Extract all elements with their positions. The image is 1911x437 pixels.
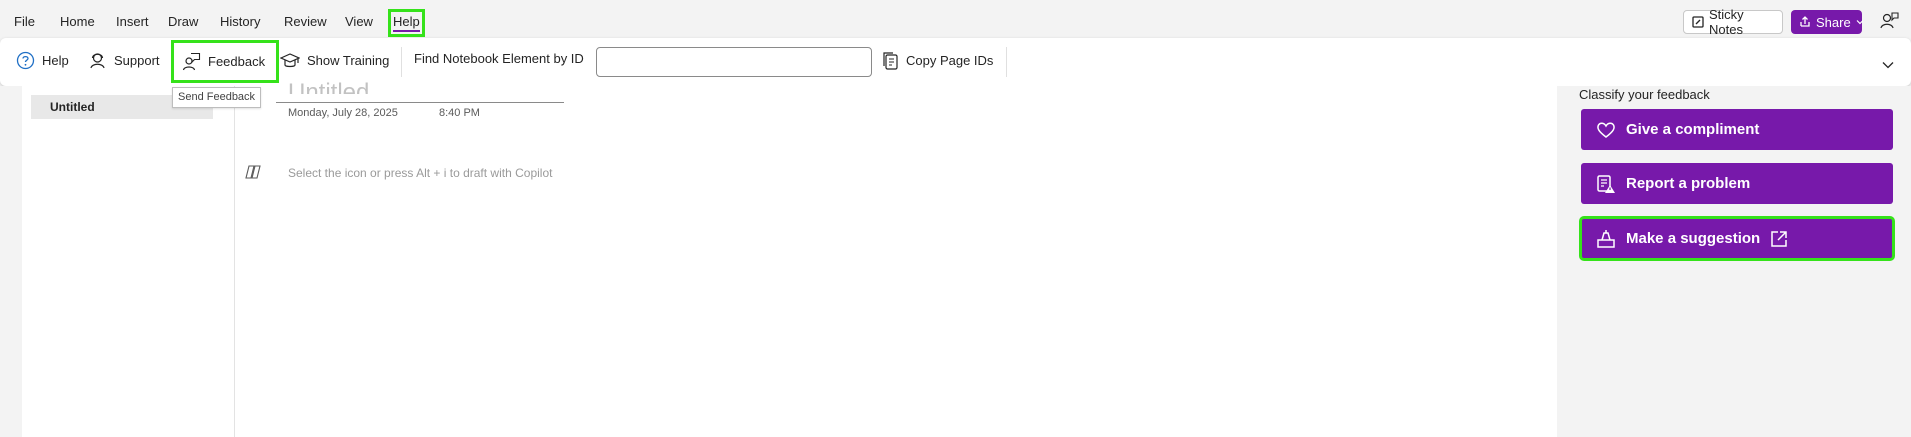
pane-gap <box>1557 86 1579 437</box>
external-link-icon <box>1770 230 1788 248</box>
title-underline <box>276 102 564 103</box>
send-feedback-tooltip: Send Feedback <box>172 87 262 108</box>
menu-draw[interactable]: Draw <box>168 14 198 29</box>
find-element-label: Find Notebook Element by ID <box>414 51 584 66</box>
make-suggestion-button[interactable]: Make a suggestion <box>1579 216 1895 261</box>
menu-history[interactable]: History <box>220 14 260 29</box>
give-compliment-button[interactable]: Give a compliment <box>1581 109 1893 150</box>
feedback-pane-heading: Classify your feedback <box>1579 87 1710 102</box>
menu-home[interactable]: Home <box>60 14 95 29</box>
menu-help[interactable]: Help <box>388 9 425 37</box>
notebook-rail <box>0 86 22 437</box>
help-label: Help <box>42 53 69 68</box>
make-suggestion-label: Make a suggestion <box>1626 230 1761 247</box>
share-button[interactable]: Share <box>1791 10 1864 34</box>
ribbon-separator <box>401 47 402 77</box>
report-problem-icon <box>1596 174 1616 194</box>
help-button[interactable]: Help <box>16 51 69 70</box>
support-label: Support <box>114 53 160 68</box>
heart-icon <box>1596 121 1616 139</box>
support-button[interactable]: Support <box>88 51 160 70</box>
copilot-icon[interactable] <box>245 164 261 180</box>
lightbulb-box-icon <box>1596 229 1616 249</box>
find-element-input[interactable] <box>596 47 872 77</box>
question-circle-icon <box>16 51 35 70</box>
note-page: Untitled Monday, July 28, 2025 8:40 PM S… <box>235 79 1557 437</box>
sticky-notes-button[interactable]: Sticky Notes <box>1683 7 1783 37</box>
report-problem-label: Report a problem <box>1626 175 1751 192</box>
give-compliment-label: Give a compliment <box>1626 121 1760 138</box>
menu-file[interactable]: File <box>14 14 35 29</box>
sticky-note-icon <box>1692 16 1704 28</box>
show-training-button[interactable]: Show Training <box>280 51 389 70</box>
menu-bar: File Home Insert Draw History Review Vie… <box>0 0 1911 38</box>
sticky-notes-label: Sticky Notes <box>1709 7 1744 37</box>
copilot-hint: Select the icon or press Alt + i to draf… <box>288 166 553 180</box>
share-icon <box>1799 16 1811 28</box>
page-date: Monday, July 28, 2025 <box>288 107 398 119</box>
page-list: Untitled <box>22 86 234 437</box>
menu-view[interactable]: View <box>345 14 373 29</box>
page-time: 8:40 PM <box>439 107 480 119</box>
menu-review[interactable]: Review <box>284 14 327 29</box>
page-title[interactable]: Untitled <box>288 74 369 94</box>
show-training-label: Show Training <box>307 53 390 68</box>
feedback-icon <box>182 52 201 71</box>
ribbon-separator <box>1006 47 1007 77</box>
report-problem-button[interactable]: Report a problem <box>1581 163 1893 204</box>
feedback-button[interactable]: Feedback <box>170 40 280 83</box>
chevron-down-icon <box>1856 18 1864 26</box>
copy-page-ids-label: Copy Page IDs <box>906 53 994 68</box>
menu-insert[interactable]: Insert <box>116 14 149 29</box>
page-list-item-title: Untitled <box>50 100 95 114</box>
feedback-person-icon[interactable] <box>1879 11 1899 31</box>
ribbon: Help Support Feedback Show Training Find… <box>0 38 1911 86</box>
graduation-cap-icon <box>280 51 300 70</box>
share-label: Share <box>1816 14 1851 30</box>
feedback-label: Feedback <box>208 54 266 69</box>
copy-document-icon <box>881 51 899 70</box>
copy-page-ids-button[interactable]: Copy Page IDs <box>881 51 993 70</box>
ribbon-collapse-chevron-icon[interactable] <box>1882 61 1894 69</box>
support-person-icon <box>88 51 107 70</box>
